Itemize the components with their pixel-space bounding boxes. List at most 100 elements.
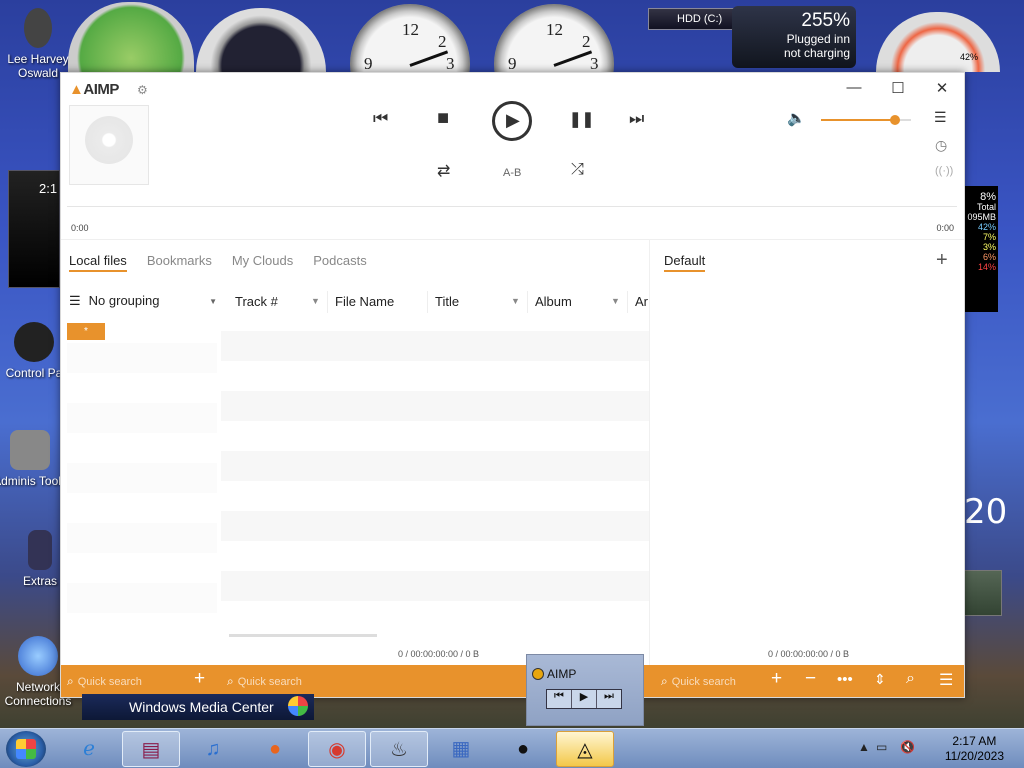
windows-logo-icon (288, 696, 308, 716)
taskbar-clock[interactable]: 2:17 AM 11/20/2023 (945, 734, 1004, 764)
filter-icon[interactable]: ▼ (511, 296, 520, 306)
system-monitor-gadget[interactable]: 8% Total 095MB 42% 7% 3% 6% 14% (964, 186, 998, 312)
start-button[interactable] (6, 731, 46, 767)
volume-slider[interactable] (821, 115, 911, 125)
play-button[interactable]: ▶ (492, 101, 532, 141)
mem-row: 42% (977, 222, 996, 232)
horizontal-scrollbar[interactable] (229, 634, 377, 637)
add-files-button[interactable]: + (194, 668, 205, 690)
filter-icon[interactable]: ▼ (611, 296, 620, 306)
column-album[interactable]: Album ▼ (535, 294, 620, 309)
taskbar-firefox[interactable]: ● (246, 731, 304, 767)
mini-next-button[interactable]: ⏭ (597, 690, 621, 708)
more-options-button[interactable]: ••• (837, 671, 853, 688)
column-label: Title (435, 294, 460, 309)
sort-button[interactable]: ⇕ (874, 671, 886, 688)
mini-previous-button[interactable]: ⏮ (547, 690, 572, 708)
cpu-gadget[interactable]: 2:1 (8, 170, 60, 288)
system-tray: ▲ ▭ 🔇 2:17 AM 11/20/2023 (854, 729, 1024, 768)
tab-my-clouds[interactable]: My Clouds (232, 253, 293, 272)
scheduler-clock-icon[interactable]: ◷ (935, 137, 947, 154)
volume-speaker-icon[interactable]: 🔈 (787, 109, 806, 127)
quick-search-files[interactable]: ⌕ Quick search (227, 674, 302, 689)
recycle-bin-gadget[interactable] (962, 570, 1002, 616)
desktop-icon-lee-harvey[interactable]: Lee Harvey Oswald (0, 8, 76, 80)
tab-local-files[interactable]: Local files (69, 253, 127, 272)
stop-button[interactable]: ■ (437, 107, 449, 130)
cpu-clock-text: 2:1 (39, 181, 58, 196)
next-button[interactable]: ⏭ (629, 109, 644, 129)
column-separator[interactable] (327, 291, 328, 313)
remove-from-playlist-button[interactable]: − (805, 668, 816, 690)
main-menu-button[interactable]: ☰ (939, 670, 953, 690)
clock-hand (409, 50, 449, 67)
clock-numeral: 3 (446, 54, 455, 73)
windows-media-center-gadget[interactable]: Windows Media Center (82, 694, 314, 720)
tab-bookmarks[interactable]: Bookmarks (147, 253, 212, 272)
wmc-label: Windows Media Center (129, 699, 274, 715)
taskbar-winrar[interactable]: ▤ (122, 731, 180, 767)
close-button[interactable]: ✕ (927, 79, 957, 99)
taskbar-chrome[interactable]: ◉ (308, 731, 366, 767)
mem-row: 7% (982, 232, 996, 242)
library-tabs: Local files Bookmarks My Clouds Podcasts (69, 253, 367, 272)
broadcast-icon[interactable]: ((·)) (935, 165, 953, 177)
repeat-button[interactable]: ⇄ (437, 161, 450, 181)
taskbar-app-calculator[interactable]: ▦ (432, 731, 490, 767)
seek-bar[interactable] (67, 206, 957, 207)
column-separator[interactable] (627, 291, 628, 313)
taskbar-internet-explorer[interactable]: ℯ (60, 731, 118, 767)
playlist-tab-default[interactable]: Default (664, 253, 706, 272)
pane-divider[interactable] (649, 239, 650, 665)
bottom-bar: ⌕ Quick search + ⌕ Quick search ⌕ Quick sea… (61, 665, 964, 697)
desktop-icon-admin-tools[interactable]: Adminis Tools (0, 430, 68, 488)
filter-icon[interactable]: ▼ (311, 296, 320, 306)
rolex-clock-gadget[interactable] (196, 8, 326, 72)
quick-search-playlist[interactable]: ⌕ Quick search (661, 674, 736, 689)
mini-play-button[interactable]: ▶ (572, 690, 597, 708)
column-separator[interactable] (427, 291, 428, 313)
column-file-name[interactable]: File Name (335, 294, 394, 309)
volume-muted-icon[interactable]: 🔇 (900, 740, 915, 754)
clock-numeral: 2 (438, 32, 447, 51)
taskbar-control-panel[interactable]: ● (494, 731, 552, 767)
add-playlist-button[interactable]: + (936, 249, 948, 272)
taskbar-aimp[interactable]: ◬ (556, 731, 614, 767)
add-to-playlist-button[interactable]: + (771, 668, 782, 690)
tab-podcasts[interactable]: Podcasts (313, 253, 366, 272)
chevron-down-icon: ▼ (209, 297, 217, 306)
settings-gear-icon[interactable]: ⚙ (137, 83, 148, 97)
person-icon (24, 8, 52, 48)
meter-gadget[interactable]: 42% (876, 12, 1000, 72)
column-artist[interactable]: Ar (635, 294, 648, 309)
taskbar-java[interactable]: ♨ (370, 731, 428, 767)
grouping-dropdown[interactable]: ☰ No grouping ▼ (69, 293, 217, 309)
column-separator[interactable] (527, 291, 528, 313)
network-tray-icon[interactable]: ▭ (876, 740, 887, 754)
equalizer-icon[interactable]: ☰ (934, 109, 947, 126)
aimp-mini-player: AIMP ⏮ ▶ ⏭ (526, 654, 644, 726)
battery-gadget[interactable]: 255% Plugged inn not charging (732, 6, 856, 68)
hdd-label: HDD (C:) (677, 13, 723, 25)
show-hidden-icons-icon[interactable]: ▲ (858, 740, 870, 754)
maximize-button[interactable]: ☐ (883, 79, 913, 99)
clock-hand (553, 50, 593, 67)
column-track-number[interactable]: Track # ▼ (235, 294, 320, 309)
column-title[interactable]: Title ▼ (435, 294, 520, 309)
mem-size: 095MB (967, 212, 996, 222)
battery-status-line-2: not charging (783, 46, 850, 60)
large-clock-gadget[interactable]: 20 (964, 492, 1007, 536)
taskbar-itunes[interactable]: ♫ (184, 731, 242, 767)
clock-numeral: 12 (546, 20, 563, 39)
shuffle-button[interactable]: ⤮ (571, 161, 584, 179)
minimize-button[interactable]: — (839, 79, 869, 99)
ab-repeat-button[interactable]: A-B (503, 167, 521, 179)
quick-search-groups[interactable]: ⌕ Quick search (67, 674, 142, 689)
volume-slider-knob[interactable] (889, 115, 900, 125)
clock-numeral: 2 (582, 32, 591, 51)
search-playlist-icon[interactable]: ⌕ (906, 670, 915, 688)
pause-button[interactable]: ❚❚ (569, 110, 594, 128)
previous-button[interactable]: ⏮ (373, 109, 388, 129)
group-item-all[interactable]: * (67, 323, 105, 340)
photo-gadget[interactable] (68, 2, 194, 72)
